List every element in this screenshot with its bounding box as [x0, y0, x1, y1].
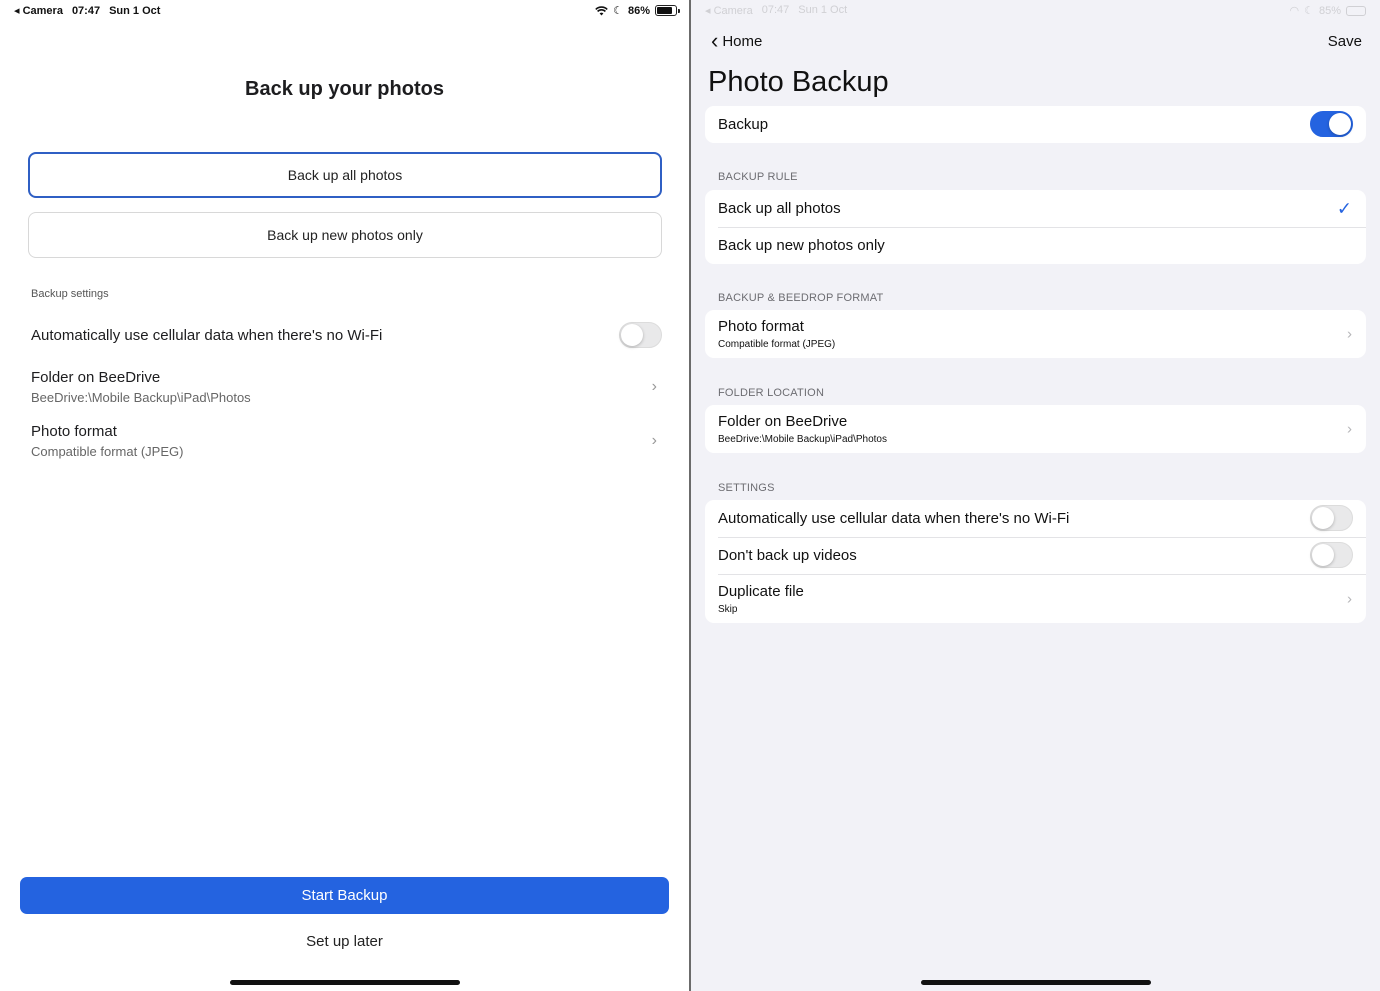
folder-path: BeeDrive:\Mobile Backup\iPad\Photos [718, 434, 887, 445]
section-format: BACKUP & BEEDROP FORMAT [718, 292, 884, 304]
status-icons-faded: ◠ ☾ 85% [1289, 4, 1366, 17]
battery-percent: 85% [1318, 4, 1341, 17]
format-group: Photo format Compatible format (JPEG) › [705, 310, 1366, 358]
rule-all-photos-label: Back up all photos [718, 200, 841, 217]
no-videos-label: Don't back up videos [718, 547, 857, 564]
checkmark-icon: ✓ [1336, 198, 1352, 218]
backup-all-photos-option[interactable]: Back up all photos [28, 152, 662, 198]
wifi-icon [595, 5, 608, 15]
page-title: Back up your photos [245, 78, 444, 100]
duplicate-file-label: Duplicate file [718, 582, 804, 600]
backup-label: Backup [718, 116, 769, 133]
backup-settings-label: Backup settings [31, 288, 109, 300]
moon-icon: ☾ [613, 5, 623, 17]
moon-icon: ☾ [1304, 5, 1314, 17]
folder-path: BeeDrive:\Mobile Backup\iPad\Photos [31, 390, 251, 405]
duplicate-file-value: Skip [718, 603, 738, 615]
section-settings: SETTINGS [718, 482, 775, 494]
back-app-label: ◂ Camera [705, 5, 753, 17]
folder-group: Folder on BeeDrive BeeDrive:\Mobile Back… [705, 405, 1366, 453]
right-pane: ◂ Camera 07:47 Sun 1 Oct ◠ ☾ 85% ‹ Home … [691, 0, 1380, 991]
folder-label: Folder on BeeDrive [718, 413, 848, 430]
rule-new-photos-label: Back up new photos only [718, 237, 885, 254]
battery-percent: 86% [627, 4, 650, 17]
photo-format-row[interactable]: Photo format Compatible format (JPEG) › [705, 310, 1366, 358]
wifi-icon: ◠ [1289, 5, 1300, 17]
chevron-right-icon: › [1347, 420, 1352, 438]
cellular-data-row: Automatically use cellular data when the… [31, 322, 662, 348]
cellular-data-toggle[interactable] [619, 322, 662, 348]
settings-group: Automatically use cellular data when the… [705, 500, 1366, 623]
cellular-data-label: Automatically use cellular data when the… [31, 326, 383, 344]
status-bar-faded: ◂ Camera 07:47 Sun 1 Oct [705, 4, 847, 17]
duplicate-file-row[interactable]: Duplicate file Skip › [705, 574, 1366, 623]
set-up-later-button[interactable]: Set up later [0, 933, 689, 950]
status-time: 07:47 [761, 4, 790, 16]
battery-icon [1346, 5, 1366, 16]
back-label: Home [722, 32, 763, 50]
photo-format-value: Compatible format (JPEG) [718, 339, 836, 350]
cellular-data-row: Automatically use cellular data when the… [705, 500, 1366, 537]
folder-row[interactable]: Folder on BeeDrive BeeDrive:\Mobile Back… [705, 405, 1366, 453]
photo-format-value: Compatible format (JPEG) [31, 444, 184, 459]
photo-format-label: Photo format [718, 318, 804, 335]
status-time: 07:47 [71, 4, 101, 17]
backup-group: Backup [705, 106, 1366, 143]
section-backup-rule: BACKUP RULE [718, 171, 798, 183]
chevron-right-icon: › [651, 432, 657, 449]
folder-label: Folder on BeeDrive [31, 369, 161, 386]
section-folder-location: FOLDER LOCATION [718, 387, 825, 399]
photo-format-label: Photo format [31, 423, 117, 440]
status-date: Sun 1 Oct [798, 4, 848, 16]
left-pane: ◂ Camera 07:47 Sun 1 Oct ☾ 86% Back up y… [0, 0, 689, 991]
home-back-button[interactable]: ‹ Home [711, 28, 763, 53]
photo-format-row[interactable]: Photo format Compatible format (JPEG) › [31, 423, 661, 459]
backup-toggle[interactable] [1310, 111, 1353, 137]
status-bar: ◂ Camera 07:47 Sun 1 Oct ☾ 86% [0, 0, 689, 22]
save-button[interactable]: Save [1328, 33, 1362, 50]
back-to-app-link[interactable]: ◂ Camera [14, 4, 63, 17]
chevron-left-icon: ‹ [711, 28, 719, 53]
backup-rule-group: Back up all photos ✓ Back up new photos … [705, 190, 1366, 264]
rule-all-photos-row[interactable]: Back up all photos ✓ [705, 190, 1366, 227]
no-videos-toggle[interactable] [1310, 542, 1353, 568]
chevron-right-icon: › [1347, 590, 1352, 607]
cellular-data-label: Automatically use cellular data when the… [718, 510, 1070, 527]
status-date: Sun 1 Oct [109, 4, 161, 17]
cellular-data-toggle[interactable] [1310, 505, 1353, 531]
chevron-right-icon: › [1347, 325, 1352, 343]
no-videos-row: Don't back up videos [705, 537, 1366, 574]
start-backup-button[interactable]: Start Backup [20, 877, 669, 914]
backup-row: Backup [705, 106, 1366, 143]
back-app-label: Camera [22, 5, 63, 17]
chevron-right-icon: › [651, 378, 657, 395]
rule-new-photos-row[interactable]: Back up new photos only [705, 227, 1366, 264]
page-title: Photo Backup [708, 66, 889, 98]
home-indicator[interactable] [230, 980, 460, 985]
backup-new-photos-option[interactable]: Back up new photos only [28, 212, 662, 258]
folder-row[interactable]: Folder on BeeDrive BeeDrive:\Mobile Back… [31, 369, 661, 405]
home-indicator[interactable] [921, 980, 1151, 985]
battery-icon [655, 5, 680, 16]
